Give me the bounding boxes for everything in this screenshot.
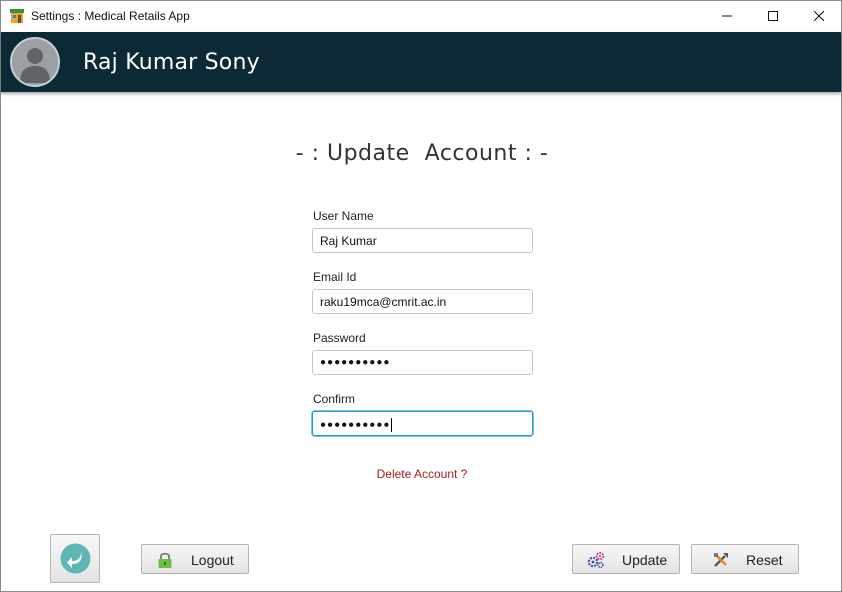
password-value: ●●●●●●●●●●	[320, 357, 391, 368]
settings-window: Settings : Medical Retails App Raj Kumar…	[0, 0, 842, 592]
username-value: Raj Kumar	[320, 234, 377, 248]
maximize-icon	[768, 8, 778, 26]
password-field[interactable]: ●●●●●●●●●●	[312, 350, 533, 375]
logout-button[interactable]: Logout	[141, 544, 249, 574]
confirm-value: ●●●●●●●●●●	[320, 419, 391, 431]
page-title: - : Update Account : -	[295, 141, 549, 166]
window-title: Settings : Medical Retails App	[31, 9, 190, 23]
maximize-button[interactable]	[750, 1, 796, 32]
confirm-label: Confirm	[313, 392, 356, 406]
confirm-password-field[interactable]: ●●●●●●●●●●	[312, 411, 533, 436]
update-label: Update	[622, 552, 668, 568]
email-field[interactable]: raku19mca@cmrit.ac.in	[312, 289, 533, 314]
minimize-button[interactable]	[704, 1, 750, 32]
user-silhouette-icon	[12, 48, 58, 85]
close-icon	[813, 8, 825, 26]
back-arrow-icon	[60, 543, 91, 579]
reset-button[interactable]: Reset	[691, 544, 799, 574]
email-value: raku19mca@cmrit.ac.in	[320, 295, 447, 309]
close-button[interactable]	[796, 1, 842, 32]
lock-icon	[156, 551, 174, 569]
password-label: Password	[313, 331, 366, 345]
store-icon	[10, 9, 24, 23]
delete-account-label: Delete Account ?	[376, 467, 468, 481]
logout-label: Logout	[191, 552, 234, 568]
email-label: Email Id	[313, 270, 357, 284]
delete-account-link[interactable]: Delete Account ?	[1, 467, 842, 481]
username-field[interactable]: Raj Kumar	[312, 228, 533, 253]
username-label: User Name	[313, 209, 374, 223]
title-bar: Settings : Medical Retails App	[1, 1, 841, 32]
gears-icon	[587, 551, 605, 569]
text-caret	[391, 418, 393, 432]
reset-label: Reset	[746, 552, 783, 568]
tools-icon	[712, 551, 730, 569]
user-header: Raj Kumar Sony	[1, 32, 841, 92]
minimize-icon	[722, 8, 732, 26]
user-name: Raj Kumar Sony	[83, 50, 260, 75]
update-button[interactable]: Update	[572, 544, 680, 574]
avatar	[10, 37, 60, 87]
back-button[interactable]	[50, 534, 100, 583]
